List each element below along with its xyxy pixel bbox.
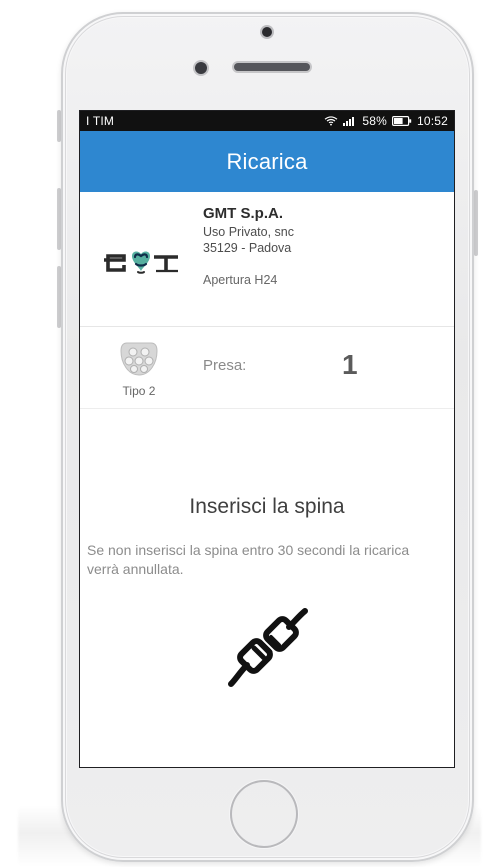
socket-type-label: Tipo 2 xyxy=(122,384,156,398)
home-button[interactable] xyxy=(230,780,298,848)
station-hours: Apertura H24 xyxy=(203,273,278,287)
station-info: GMT S.p.A. Uso Privato, snc 35129 - Pado… xyxy=(80,192,454,327)
station-address-line1: Uso Privato, snc xyxy=(203,225,295,239)
station-details: GMT S.p.A. Uso Privato, snc 35129 - Pado… xyxy=(203,206,294,288)
carrier-label: I TIM xyxy=(86,114,115,128)
status-bar: I TIM 58% 10:52 xyxy=(80,111,454,131)
plug-icon xyxy=(227,607,309,689)
station-address-line2: 35129 - Padova xyxy=(203,241,292,255)
app-bar: Ricarica xyxy=(80,131,454,192)
socket-row: Tipo 2 Presa: 1 xyxy=(80,327,454,409)
socket-label: Presa: xyxy=(203,357,247,374)
status-left: I TIM xyxy=(86,114,114,128)
status-right: 58% 10:52 xyxy=(324,114,448,128)
station-name: GMT S.p.A. xyxy=(203,205,283,222)
power-button xyxy=(474,190,478,256)
battery-icon xyxy=(391,116,412,126)
front-camera-icon xyxy=(195,62,207,74)
status-time: 10:52 xyxy=(416,114,448,128)
earpiece-speaker xyxy=(234,63,310,71)
signal-icon xyxy=(343,116,357,126)
device-mockup: I TIM 58% 10:52 Ricarica GMT S.p.A. Uso … xyxy=(0,0,499,867)
page-title: Ricarica xyxy=(226,148,308,174)
app-screen: I TIM 58% 10:52 Ricarica GMT S.p.A. Uso … xyxy=(80,111,454,767)
camera-icon xyxy=(262,27,272,37)
instruction-title: Inserisci la spina xyxy=(189,495,345,518)
wifi-icon xyxy=(324,116,338,126)
battery-percent: 58% xyxy=(362,114,387,128)
type2-socket-icon xyxy=(119,339,159,379)
gmt-logo-icon xyxy=(102,242,186,280)
instruction-text: Se non inserisci la spina entro 30 secon… xyxy=(87,542,410,577)
socket-number: 1 xyxy=(342,349,358,380)
